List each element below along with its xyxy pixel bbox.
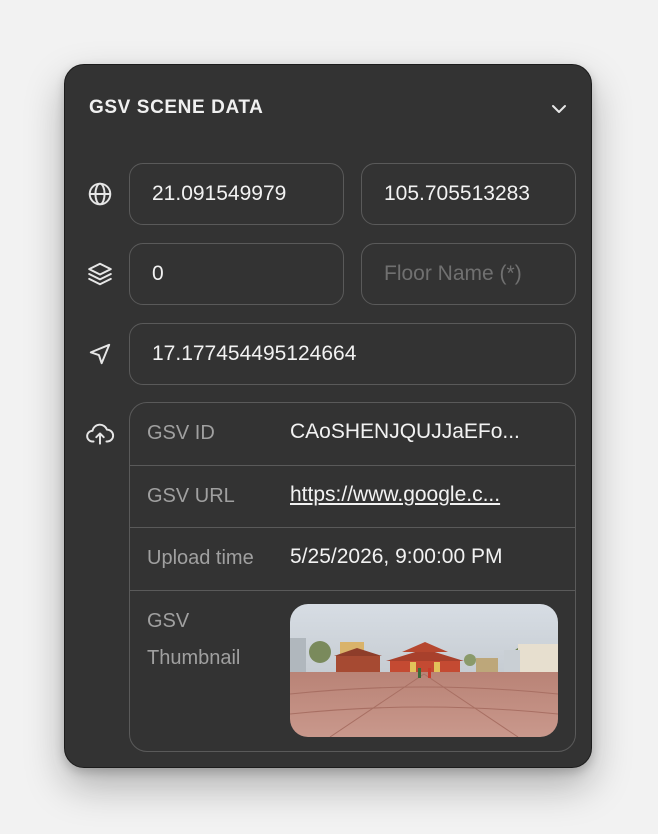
table-row: GSV URL https://www.google.c... — [130, 466, 575, 528]
upload-time-label: Upload time — [147, 547, 254, 569]
navigation-arrow-icon — [89, 343, 111, 365]
upload-time-value: 5/25/2026, 9:00:00 PM — [290, 545, 503, 568]
gsv-thumbnail-image[interactable] — [290, 604, 558, 737]
gsv-url-link[interactable]: https://www.google.c... — [290, 483, 557, 507]
cloud-upload-icon — [86, 423, 115, 445]
layers-icon — [88, 262, 112, 286]
gsv-id-label: GSV ID — [147, 422, 215, 444]
longitude-field[interactable] — [361, 163, 576, 225]
latitude-field[interactable] — [129, 163, 344, 225]
gsv-url-label: GSV URL — [147, 485, 235, 507]
globe-icon — [88, 182, 112, 206]
floor-name-field[interactable] — [361, 243, 576, 305]
heading-field[interactable] — [129, 323, 576, 385]
chevron-down-icon[interactable] — [549, 99, 569, 119]
floor-level-field[interactable] — [129, 243, 344, 305]
upload-info-table: GSV ID CAoSHENJQUJJaEFo... GSV URL https… — [129, 402, 576, 752]
thumbnail-label-line1: GSV — [147, 610, 190, 632]
gsv-scene-data-panel: GSV SCENE DATA GSV ID — [64, 64, 592, 768]
gsv-id-value: CAoSHENJQUJJaEFo... — [290, 420, 520, 443]
table-row: GSV ID CAoSHENJQUJJaEFo... — [130, 403, 575, 466]
table-row: GSV Thumbnail — [130, 591, 575, 751]
thumbnail-label-line2: Thumbnail — [147, 647, 241, 669]
panel-title: GSV SCENE DATA — [89, 97, 264, 118]
table-row: Upload time 5/25/2026, 9:00:00 PM — [130, 528, 575, 591]
